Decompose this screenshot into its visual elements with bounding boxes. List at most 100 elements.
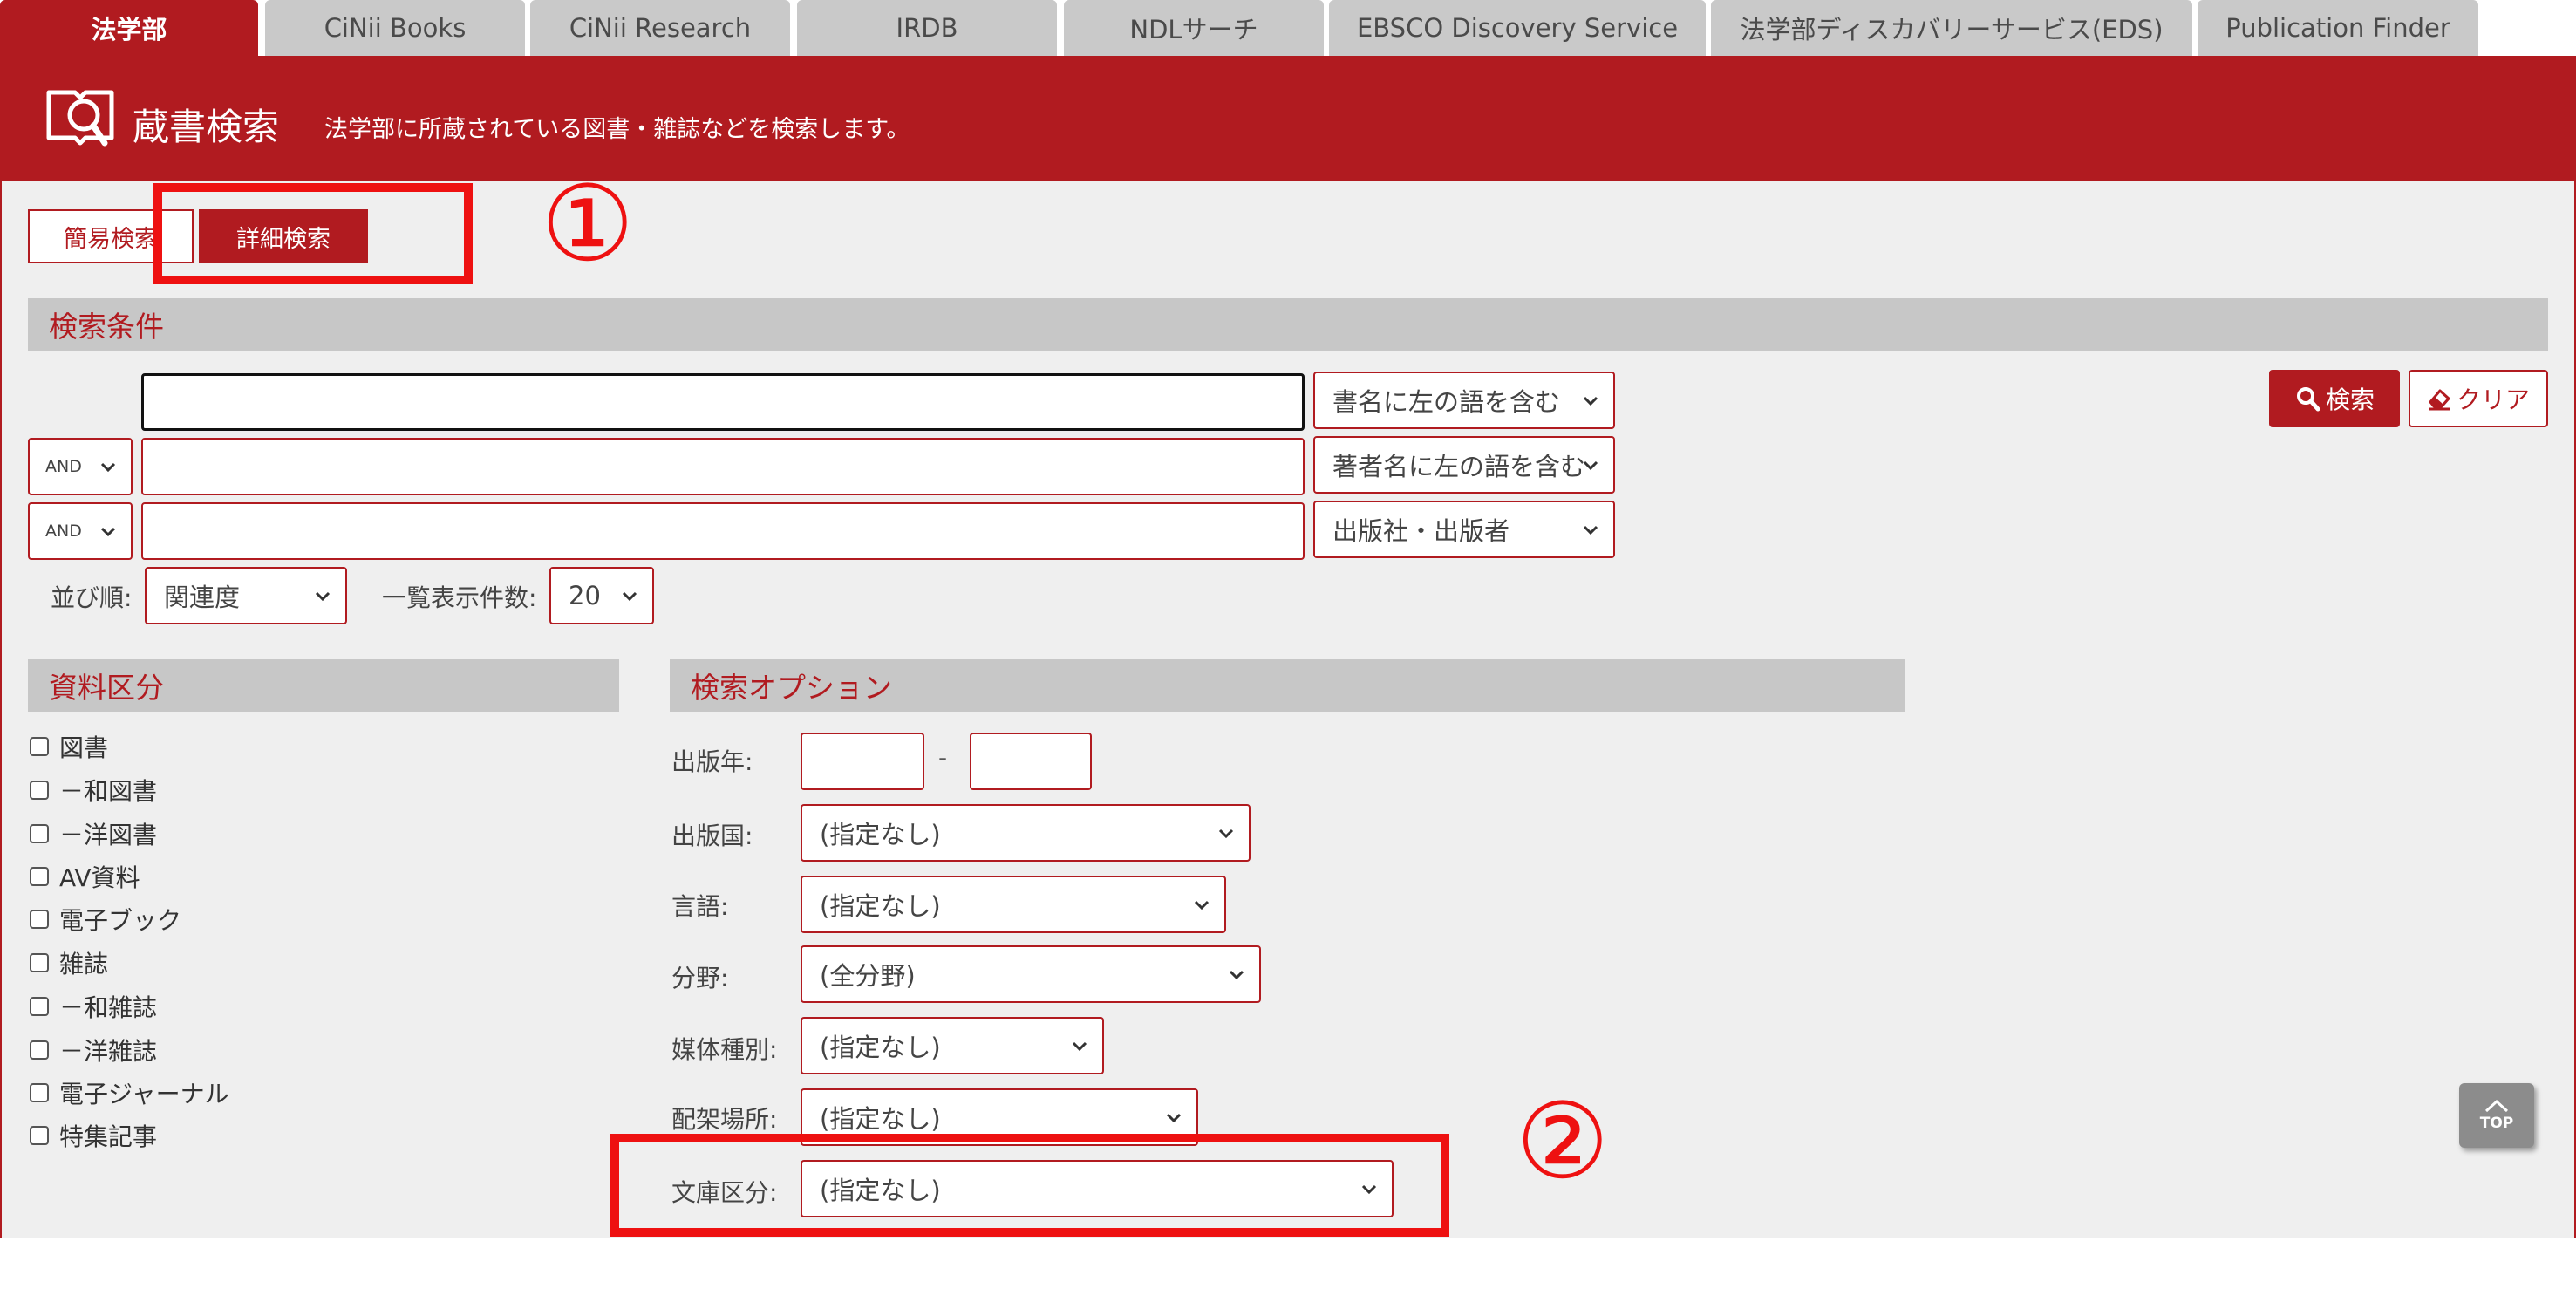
chevron-down-icon <box>1229 970 1244 980</box>
per-page-label: 一覧表示件数: <box>382 583 537 612</box>
scroll-to-top-button[interactable]: TOP <box>2459 1083 2534 1148</box>
material-checkbox-ebook[interactable] <box>30 910 49 929</box>
pub-year-to-input[interactable] <box>970 733 1092 790</box>
annotation-box-2 <box>610 1134 1449 1237</box>
subject-field-select-value: (全分野) <box>820 961 916 991</box>
chevron-down-icon <box>1218 829 1234 839</box>
per-page-select[interactable]: 20 <box>549 567 654 624</box>
annotation-marker-1: ① <box>541 164 635 285</box>
keyword-input-3[interactable] <box>141 502 1305 560</box>
chevron-down-icon <box>1194 900 1210 910</box>
material-item: 特集記事 <box>30 1118 157 1153</box>
material-checkbox-western-book[interactable] <box>30 824 49 843</box>
tab-law-faculty[interactable]: 法学部 <box>0 0 258 56</box>
pub-country-select[interactable]: (指定なし) <box>801 804 1251 862</box>
material-label: 特集記事 <box>59 1122 158 1151</box>
material-checkbox-japanese-book[interactable] <box>30 781 49 800</box>
material-checkbox-western-journal[interactable] <box>30 1040 49 1060</box>
chevron-down-icon <box>315 591 331 602</box>
tab-cinii-research[interactable]: CiNii Research <box>530 0 790 56</box>
material-item: 電子ジャーナル <box>30 1075 229 1110</box>
search-options-heading: 検索オプション <box>670 659 1905 712</box>
year-range-separator: - <box>938 743 948 772</box>
chevron-down-icon <box>1583 396 1598 406</box>
material-label: －和図書 <box>59 777 158 806</box>
language-label: 言語: <box>671 892 729 921</box>
material-checkbox-ejournal[interactable] <box>30 1083 49 1102</box>
per-page-select-value: 20 <box>569 581 601 610</box>
location-select-value: (指定なし) <box>820 1104 941 1134</box>
media-type-select[interactable]: (指定なし) <box>801 1017 1104 1074</box>
sort-select[interactable]: 関連度 <box>145 567 347 624</box>
sort-select-value: 関連度 <box>164 583 241 612</box>
media-type-select-value: (指定なし) <box>820 1033 941 1062</box>
page-title: 蔵書検索 <box>133 106 280 148</box>
material-item: 雑誌 <box>30 945 108 980</box>
pub-country-select-value: (指定なし) <box>820 820 941 849</box>
eraser-icon <box>2429 389 2450 411</box>
annotation-marker-2: ② <box>1516 1081 1610 1203</box>
tab-cinii-books[interactable]: CiNii Books <box>265 0 525 56</box>
top-button-label: TOP <box>2479 1115 2514 1132</box>
search-button[interactable]: 検索 <box>2269 370 2400 427</box>
page-header: 蔵書検索 法学部に所蔵されている図書・雑誌などを検索します。 <box>0 56 2576 181</box>
pub-year-label: 出版年: <box>671 747 753 776</box>
tab-publication-finder[interactable]: Publication Finder <box>2198 0 2478 56</box>
search-icon <box>2296 387 2320 412</box>
operator-select-3-value: AND <box>45 522 82 541</box>
material-item: 電子ブック <box>30 902 181 937</box>
language-select-value: (指定なし) <box>820 891 941 921</box>
material-item: －洋図書 <box>30 816 157 851</box>
material-label: －洋図書 <box>59 821 158 849</box>
operator-select-3[interactable]: AND <box>28 502 133 560</box>
material-label: 図書 <box>59 733 109 762</box>
operator-select-2[interactable]: AND <box>28 438 133 495</box>
field-select-1-value: 書名に左の語を含む <box>1332 387 1561 417</box>
clear-button[interactable]: クリア <box>2409 370 2548 427</box>
material-label: －和雑誌 <box>59 993 158 1022</box>
media-type-label: 媒体種別: <box>671 1035 778 1064</box>
chevron-down-icon <box>1583 525 1598 535</box>
pub-country-label: 出版国: <box>671 822 753 850</box>
tab-irdb[interactable]: IRDB <box>797 0 1057 56</box>
search-conditions-heading: 検索条件 <box>28 298 2548 351</box>
clear-button-label: クリア <box>2456 385 2530 414</box>
sort-label: 並び順: <box>51 583 133 612</box>
field-select-3[interactable]: 出版社・出版者 <box>1313 501 1615 558</box>
material-label: AV資料 <box>59 863 140 892</box>
keyword-input-1[interactable] <box>141 373 1305 431</box>
material-checkbox-japanese-journal[interactable] <box>30 997 49 1016</box>
material-checkbox-av[interactable] <box>30 867 49 886</box>
subject-field-select[interactable]: (全分野) <box>801 945 1261 1003</box>
material-item: －洋雑誌 <box>30 1033 157 1067</box>
material-label: 雑誌 <box>59 950 109 979</box>
book-search-icon <box>46 90 114 147</box>
language-select[interactable]: (指定なし) <box>801 876 1226 933</box>
material-label: 電子ブック <box>59 906 182 935</box>
tab-ndl-search[interactable]: NDLサーチ <box>1064 0 1324 56</box>
chevron-down-icon <box>100 527 116 537</box>
field-select-3-value: 出版社・出版者 <box>1332 516 1510 546</box>
tab-ebsco-discovery[interactable]: EBSCO Discovery Service <box>1329 0 1706 56</box>
material-checkbox-book[interactable] <box>30 737 49 756</box>
location-label: 配架場所: <box>671 1105 778 1134</box>
material-item: AV資料 <box>30 859 140 894</box>
chevron-up-icon <box>2484 1099 2509 1113</box>
material-label: －洋雑誌 <box>59 1037 158 1066</box>
operator-select-2-value: AND <box>45 457 82 476</box>
search-button-label: 検索 <box>2325 385 2375 414</box>
field-select-1[interactable]: 書名に左の語を含む <box>1313 372 1615 429</box>
material-item: －和雑誌 <box>30 989 157 1024</box>
material-checkbox-special-article[interactable] <box>30 1126 49 1145</box>
keyword-input-2[interactable] <box>141 438 1305 495</box>
chevron-down-icon <box>1166 1113 1182 1123</box>
field-select-2[interactable]: 著者名に左の語を含む <box>1313 436 1615 494</box>
material-checkbox-journal[interactable] <box>30 953 49 972</box>
material-item: 図書 <box>30 729 108 764</box>
subject-field-label: 分野: <box>671 964 729 992</box>
material-label: 電子ジャーナル <box>59 1080 229 1108</box>
top-tab-bar: 法学部 CiNii Books CiNii Research IRDB NDLサ… <box>0 0 2576 56</box>
chevron-down-icon <box>622 591 637 602</box>
pub-year-from-input[interactable] <box>801 733 924 790</box>
tab-law-eds[interactable]: 法学部ディスカバリーサービス(EDS) <box>1711 0 2192 56</box>
